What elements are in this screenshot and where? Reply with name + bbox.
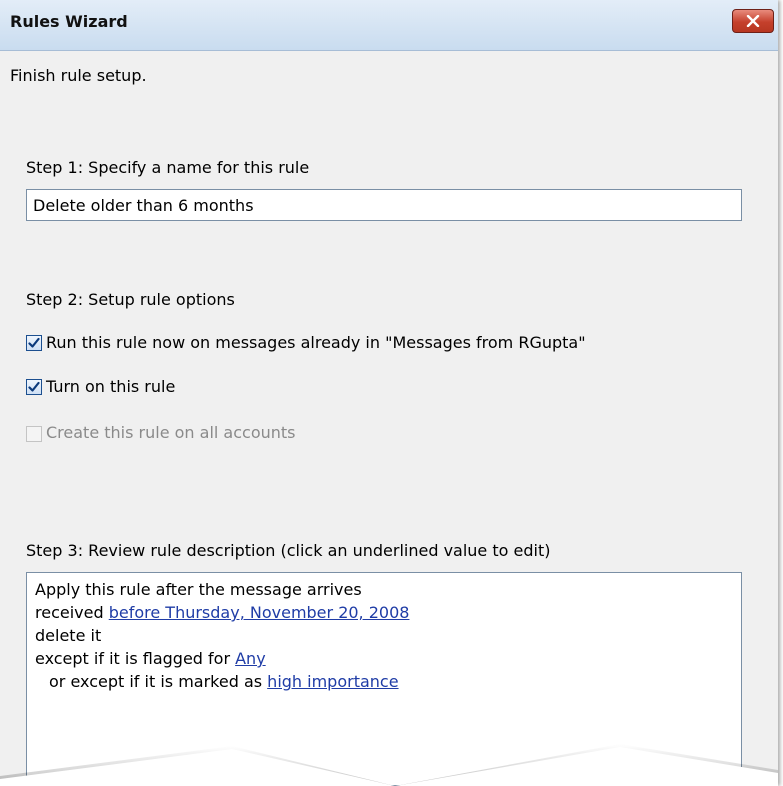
rule-name-input[interactable] — [26, 189, 742, 221]
description-line-received: received before Thursday, November 20, 2… — [35, 603, 409, 623]
description-line-flag-exception: except if it is flagged for Any — [35, 649, 266, 669]
torn-edge-decoration — [0, 744, 778, 786]
description-text: except if it is flagged for — [35, 649, 236, 668]
run-rule-now-checkbox[interactable] — [26, 335, 42, 351]
description-text: or except if it is marked as — [49, 672, 268, 691]
description-line-action: delete it — [35, 626, 101, 646]
step1-label: Step 1: Specify a name for this rule — [26, 158, 310, 177]
step3-label: Step 3: Review rule description (click a… — [26, 541, 551, 560]
run-rule-now-label[interactable]: Run this rule now on messages already in… — [46, 333, 586, 353]
all-accounts-checkbox — [26, 426, 42, 442]
checkmark-icon — [28, 381, 40, 392]
title-bar: Rules Wizard — [0, 0, 778, 51]
turn-on-rule-label[interactable]: Turn on this rule — [46, 377, 175, 397]
window-title: Rules Wizard — [10, 12, 128, 31]
rules-wizard-dialog: Rules Wizard Finish rule setup. Step 1: … — [0, 0, 778, 786]
description-line-arrival: Apply this rule after the message arrive… — [35, 580, 362, 600]
flag-value-link[interactable]: Any — [235, 649, 266, 668]
description-text: Apply this rule after the message arrive… — [35, 580, 362, 599]
importance-value-link[interactable]: high importance — [267, 672, 398, 691]
close-button[interactable] — [732, 9, 774, 33]
description-text: delete it — [35, 626, 102, 645]
instruction-text: Finish rule setup. — [10, 66, 147, 85]
description-line-importance-exception: or except if it is marked as high import… — [49, 672, 399, 692]
description-text: received — [35, 603, 109, 622]
all-accounts-label: Create this rule on all accounts — [46, 423, 296, 442]
turn-on-rule-checkbox[interactable] — [26, 379, 42, 395]
received-date-link[interactable]: before Thursday, November 20, 2008 — [109, 603, 410, 622]
close-x-icon — [746, 15, 760, 27]
step2-label: Step 2: Setup rule options — [26, 290, 235, 309]
checkmark-icon — [28, 337, 40, 348]
